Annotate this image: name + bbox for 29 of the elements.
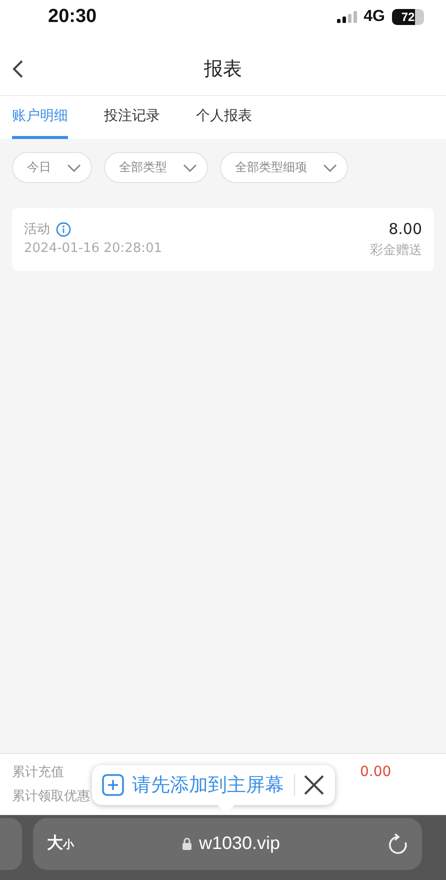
tab[interactable]: 投注记录 [104,96,160,139]
chevron-down-icon [183,164,197,172]
popup-text: 请先添加到主屏幕 [132,773,284,798]
close-icon[interactable] [303,774,325,796]
url-text: w1030.vip [198,833,280,854]
filter-dropdown[interactable]: 全部类型 [104,152,208,183]
tab[interactable]: 个人报表 [196,96,252,139]
filter-dropdown[interactable]: 全部类型细项 [220,152,348,183]
tab[interactable]: 账户明细 [12,96,68,139]
record-title: 活动 [24,221,50,238]
chevron-down-icon [67,164,81,172]
reload-icon[interactable] [388,832,408,854]
page-title: 报表 [204,56,242,82]
signal-icon [336,11,357,23]
add-icon[interactable] [102,774,124,796]
chevron-down-icon [323,164,337,172]
network-type: 4G [364,8,385,26]
summary-label: 累计领取优惠 [12,788,91,805]
record-time: 2024-01-16 20:28:01 [24,241,162,256]
filter-dropdown[interactable]: 今日 [12,152,92,183]
info-icon[interactable] [56,222,71,236]
record-amount: 8.00 [388,220,422,238]
clock-time: 20:30 [48,6,97,28]
summary-label: 累计充值 [12,764,65,781]
lock-icon [182,837,192,850]
battery-icon: 72 [392,9,424,25]
summary-value: 0.00 [360,764,392,780]
record-type: 彩金赠送 [370,242,422,259]
back-icon[interactable] [12,59,24,79]
